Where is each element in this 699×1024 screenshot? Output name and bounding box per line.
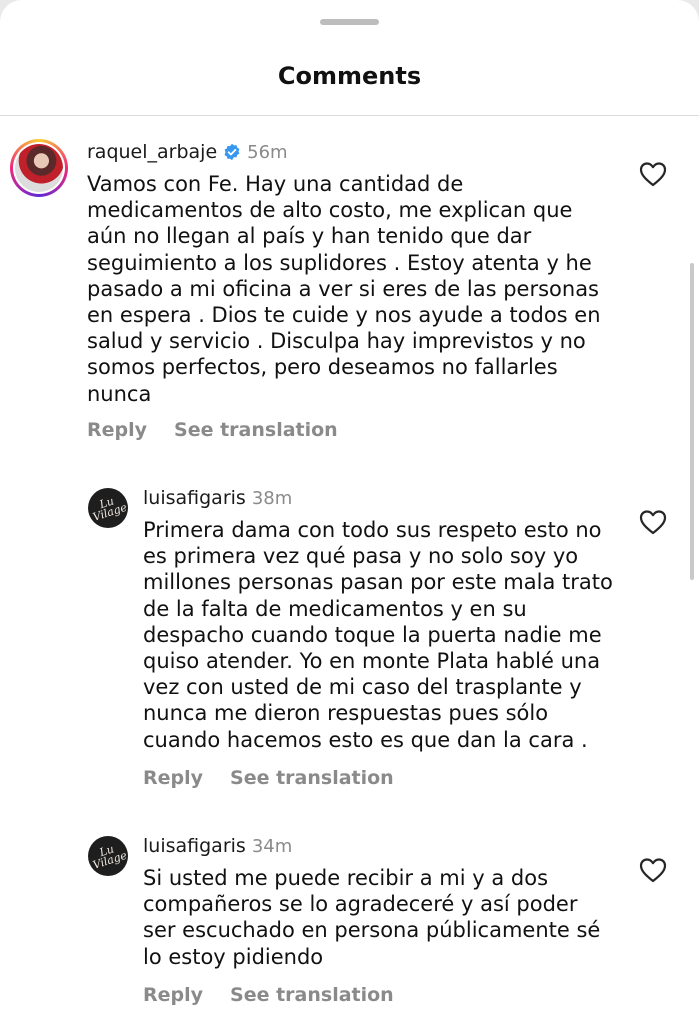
avatar[interactable] [10,139,68,197]
page-title: Comments [277,62,422,90]
comment-time: 34m [251,835,293,857]
reply-button[interactable]: Reply [143,767,203,789]
verified-badge-icon [224,143,240,161]
comment-time: 56m [247,141,288,163]
artist-logo-icon: Lu Vilage [90,842,128,872]
comment-text: Primera dama con todo sus respeto esto n… [143,518,613,752]
comment-actions: Reply See translation [143,984,394,1006]
see-translation-button[interactable]: See translation [174,419,338,441]
see-translation-button[interactable]: See translation [230,767,394,789]
comment-text: Vamos con Fe. Hay una cantidad de medica… [87,172,601,406]
username[interactable]: luisafigaris [143,487,246,509]
avatar[interactable]: Lu Vilage [88,488,128,528]
comment-actions: Reply See translation [143,767,394,789]
reply-button[interactable]: Reply [87,419,147,441]
comment-meta: luisafigaris 34m [143,835,292,857]
reply-button[interactable]: Reply [143,984,203,1006]
like-heart-icon[interactable] [639,161,667,187]
comment-meta: luisafigaris 38m [143,487,292,509]
like-heart-icon[interactable] [639,509,667,535]
avatar[interactable]: Lu Vilage [88,836,128,876]
comment-meta: raquel_arbaje 56m [87,141,288,163]
username[interactable]: raquel_arbaje [87,141,217,163]
profile-photo-icon [15,144,63,192]
username[interactable]: luisafigaris [143,835,246,857]
see-translation-button[interactable]: See translation [230,984,394,1006]
comment-text: Si usted me puede recibir a mi y a dos c… [143,866,601,969]
like-heart-icon[interactable] [639,857,667,883]
comment-actions: Reply See translation [87,419,338,441]
drag-handle[interactable] [320,19,379,25]
comment-time: 38m [251,487,293,509]
scrollbar[interactable] [690,263,694,580]
comments-sheet: Comments raquel_arbaje 56m Vamos con Fe.… [0,0,699,1024]
header-divider [0,115,699,116]
avatar-border [13,142,65,194]
artist-logo-icon: Lu Vilage [90,494,128,524]
